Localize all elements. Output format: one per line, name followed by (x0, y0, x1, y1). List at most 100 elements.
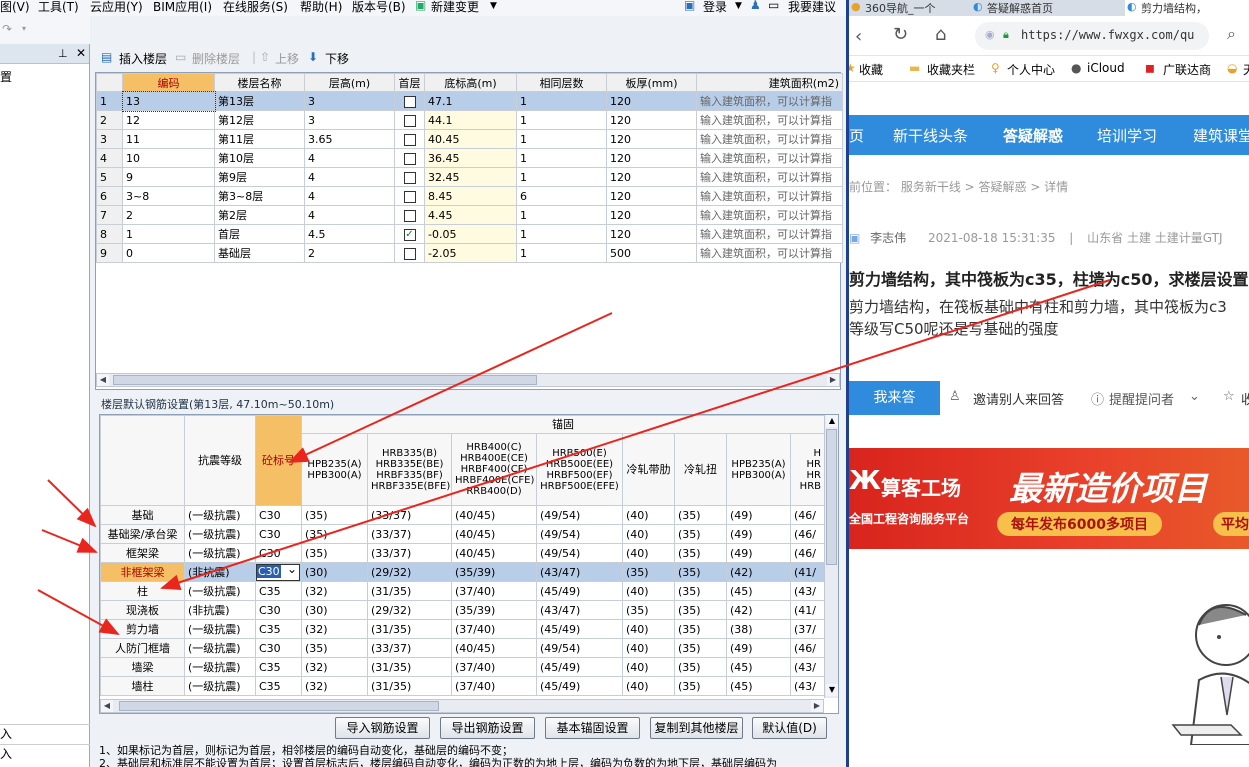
menu-tools[interactable]: 工具(T) (38, 0, 79, 15)
floor-row[interactable]: 7 2 第2层 4 4.45 1 120 输入建筑面积，可以计算指 (96, 205, 843, 225)
same-floor-count-cell[interactable]: 1 (516, 91, 607, 111)
menu-new-change[interactable]: 新建变更 (431, 0, 479, 15)
column-header-area[interactable]: 建筑面积(m2) (696, 73, 843, 92)
browser-tab[interactable]: ◐ 答疑解惑首页 (971, 0, 1121, 16)
anchorage-value-cell[interactable]: (32) (301, 657, 368, 677)
seismic-grade-cell[interactable]: (非抗震) (184, 562, 256, 582)
anchorage-value-cell[interactable]: (49) (726, 524, 791, 544)
floor-elevation-cell[interactable]: 8.45 (424, 186, 517, 206)
column-header-name[interactable]: 楼层名称 (214, 73, 305, 92)
anchorage-value-cell[interactable]: (31/35) (367, 581, 452, 601)
menu-view[interactable]: 图(V) (0, 0, 30, 15)
same-floor-count-cell[interactable]: 1 (516, 167, 607, 187)
seismic-grade-cell[interactable]: (一级抗震) (184, 543, 256, 563)
bookmark-item[interactable]: 收藏 (859, 61, 883, 78)
anchorage-value-cell[interactable]: (31/35) (367, 657, 452, 677)
horizontal-scrollbar[interactable]: ◀ ▶ (96, 373, 840, 387)
anchorage-value-cell[interactable]: (32) (301, 619, 368, 639)
floor-code-cell[interactable]: 11 (122, 129, 215, 149)
slab-thickness-cell[interactable]: 120 (606, 186, 697, 206)
anchorage-value-cell[interactable]: (49) (726, 505, 791, 525)
ad-banner[interactable]: Ж 算客工场 全国工程咨询服务平台 最新造价项目 每年发布6000多项目 平均7 (849, 448, 1249, 549)
floor-row[interactable]: 4 10 第10层 4 36.45 1 120 输入建筑面积，可以计算指 (96, 148, 843, 168)
anchorage-value-cell[interactable]: (40) (622, 676, 675, 696)
column-header-concrete-grade[interactable]: 砼标号 (255, 415, 302, 506)
anchorage-value-cell[interactable]: (35/39) (451, 562, 537, 582)
floor-code-cell[interactable]: 12 (122, 110, 215, 130)
checkbox-icon[interactable] (403, 171, 416, 184)
chevron-down-icon[interactable]: ⌄ (287, 564, 297, 576)
first-floor-checkbox[interactable] (394, 167, 425, 187)
anchorage-value-cell[interactable]: (37/40) (451, 581, 537, 601)
delete-floor-button[interactable]: 删除楼层 (192, 50, 240, 67)
building-area-cell[interactable]: 输入建筑面积，可以计算指 (696, 129, 843, 149)
anchorage-value-cell[interactable]: (30) (301, 562, 368, 582)
scroll-right-icon[interactable]: ▶ (811, 700, 823, 712)
floor-elevation-cell[interactable]: -0.05 (424, 224, 517, 244)
rebar-row[interactable]: 框架梁 (一级抗震) C30 (35) (33/37) (40/45) (49/54) (40… (100, 543, 825, 563)
bookmark-item[interactable]: iCloud (1087, 61, 1125, 75)
seismic-grade-cell[interactable]: (一级抗震) (184, 676, 256, 696)
pane-item[interactable]: 入 (0, 724, 90, 742)
column-header-hpb[interactable]: HPB235(A) HPB300(A) (301, 433, 368, 506)
anchorage-value-cell[interactable]: (45/49) (536, 581, 623, 601)
column-header-same-count[interactable]: 相同层数 (516, 73, 607, 92)
anchorage-value-cell[interactable]: (42) (726, 562, 791, 582)
seismic-grade-cell[interactable]: (一级抗震) (184, 657, 256, 677)
concrete-grade-cell[interactable]: C30 (255, 638, 302, 658)
same-floor-count-cell[interactable]: 1 (516, 110, 607, 130)
anchorage-value-cell[interactable]: (35) (674, 581, 727, 601)
checkbox-icon[interactable] (403, 95, 416, 108)
concrete-grade-cell[interactable]: C35 (255, 619, 302, 639)
anchorage-value-cell[interactable]: (49) (726, 638, 791, 658)
floor-row[interactable]: 5 9 第9层 4 32.45 1 120 输入建筑面积，可以计算指 (96, 167, 843, 187)
same-floor-count-cell[interactable]: 1 (516, 205, 607, 225)
rebar-row[interactable]: 基础梁/承台梁 (一级抗震) C30 (35) (33/37) (40/45) (49/54… (100, 524, 825, 544)
building-area-cell[interactable]: 输入建筑面积，可以计算指 (696, 205, 843, 225)
column-header-elevation[interactable]: 底标高(m) (424, 73, 517, 92)
anchorage-value-cell[interactable]: (49) (726, 543, 791, 563)
floor-name-cell[interactable]: 基础层 (214, 243, 305, 263)
anchorage-value-cell[interactable]: (35) (674, 600, 727, 620)
anchorage-value-cell[interactable]: (37/ (790, 619, 825, 639)
slab-thickness-cell[interactable]: 500 (606, 243, 697, 263)
anchorage-value-cell[interactable]: (32) (301, 581, 368, 601)
first-floor-checkbox[interactable] (394, 129, 425, 149)
floor-elevation-cell[interactable]: 4.45 (424, 205, 517, 225)
anchorage-value-cell[interactable]: (40) (622, 543, 675, 563)
anchorage-value-cell[interactable]: (33/37) (367, 543, 452, 563)
floor-code-cell[interactable]: 9 (122, 167, 215, 187)
close-icon[interactable]: ✕ (76, 46, 86, 60)
menu-version[interactable]: 版本号(B) (352, 0, 406, 15)
copy-to-other-floors-button[interactable]: 复制到其他楼层 (650, 717, 743, 739)
checkbox-icon[interactable] (403, 190, 416, 203)
rebar-row[interactable]: 基础 (一级抗震) C30 (35) (33/37) (40/45) (49/54) (40)… (100, 505, 825, 525)
floor-row[interactable]: 9 0 基础层 2 -2.05 1 500 输入建筑面积，可以计算指 (96, 243, 843, 263)
feedback-link[interactable]: 我要建议 (788, 0, 836, 15)
column-header-hrb335[interactable]: HRB335(B) HRB335E(BE) HRBF335(BF) HRBF33… (367, 433, 452, 506)
anchorage-value-cell[interactable]: (46/ (790, 543, 825, 563)
browser-tab-active[interactable]: ◐ 剪力墙结构， (1125, 0, 1249, 16)
same-floor-count-cell[interactable]: 1 (516, 129, 607, 149)
building-area-cell[interactable]: 输入建筑面积，可以计算指 (696, 110, 843, 130)
same-floor-count-cell[interactable]: 1 (516, 224, 607, 244)
anchorage-value-cell[interactable]: (41/ (790, 562, 825, 582)
concrete-grade-cell[interactable]: C35 (255, 657, 302, 677)
floor-elevation-cell[interactable]: 40.45 (424, 129, 517, 149)
floor-name-cell[interactable]: 第9层 (214, 167, 305, 187)
floor-name-cell[interactable]: 第12层 (214, 110, 305, 130)
anchorage-value-cell[interactable]: (31/35) (367, 619, 452, 639)
url-text[interactable]: https://www.fwxgx.com/qu (1021, 28, 1194, 42)
anchorage-value-cell[interactable]: (40) (622, 657, 675, 677)
vertical-scrollbar[interactable]: ▲ ▼ (824, 415, 838, 698)
default-values-button[interactable]: 默认值(D) (752, 717, 827, 739)
floor-elevation-cell[interactable]: 32.45 (424, 167, 517, 187)
column-header-hrb500[interactable]: HRB500(E) HRB500E(EE) HRBF500(EF) HRBF50… (536, 433, 623, 506)
scrollbar-thumb[interactable] (113, 375, 537, 385)
column-header-height[interactable]: 层高(m) (304, 73, 395, 92)
scroll-left-icon[interactable]: ◀ (97, 374, 109, 386)
remind-link[interactable]: 提醒提问者 (1109, 389, 1174, 408)
anchorage-value-cell[interactable]: (35) (674, 505, 727, 525)
scroll-right-icon[interactable]: ▶ (827, 374, 839, 386)
floor-height-cell[interactable]: 4 (304, 186, 395, 206)
